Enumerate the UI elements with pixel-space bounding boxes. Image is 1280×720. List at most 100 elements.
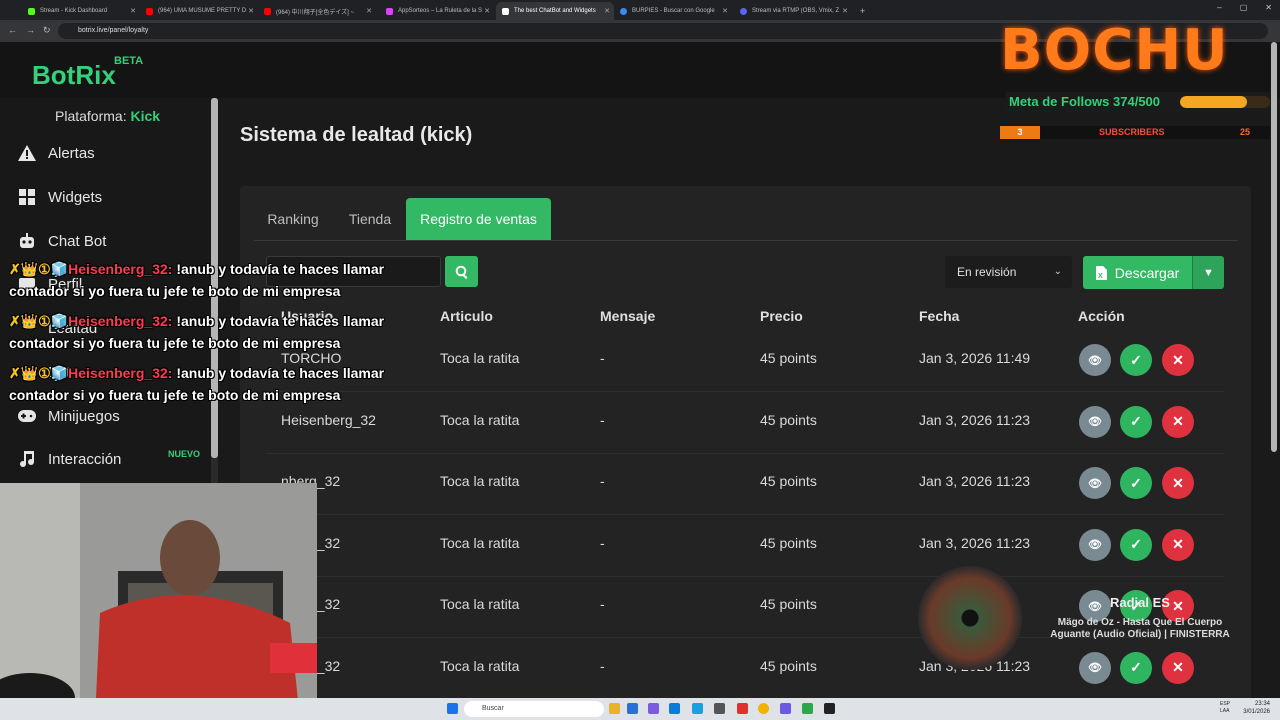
browser-tab-1[interactable]: Stream - Kick Dashboard ✕ (22, 2, 140, 20)
forward-icon[interactable]: → (26, 25, 35, 35)
language-indicator[interactable]: ESP LAA (1220, 701, 1230, 715)
close-icon[interactable]: ✕ (130, 7, 136, 15)
taskbar-search[interactable]: Buscar (464, 701, 604, 717)
platform-label: Plataforma: Kick (55, 108, 161, 124)
close-icon[interactable]: ✕ (484, 7, 490, 15)
tab-registro-ventas[interactable]: Registro de ventas (406, 198, 551, 240)
app-icon[interactable] (824, 703, 835, 714)
beta-badge: BETA (114, 55, 144, 67)
close-icon[interactable]: ✕ (1265, 3, 1272, 12)
app-icon (740, 7, 747, 15)
alert-icon (18, 144, 36, 162)
app-icon[interactable] (714, 703, 725, 714)
cell-precio: 45 points (760, 596, 817, 612)
page-scrollbar[interactable] (1270, 42, 1278, 698)
view-button[interactable]: 👁 (1079, 405, 1111, 438)
sidebar-item-widgets[interactable]: Widgets (18, 182, 102, 212)
reject-button[interactable]: ✕ (1162, 467, 1194, 499)
approve-button[interactable]: ✓ (1120, 405, 1152, 438)
follows-progress-bar (1180, 96, 1270, 108)
cell-fecha: Jan 3, 2026 11:23 (919, 534, 1031, 551)
app-icon[interactable] (648, 703, 659, 714)
browser-tab-3[interactable]: (964) 中川翔子[全色デイズ] ~ ✕ (258, 2, 376, 20)
view-button[interactable]: 👁 (1079, 344, 1111, 376)
col-articulo[interactable]: Articulo (440, 308, 493, 324)
app-icon[interactable] (780, 703, 791, 714)
back-icon[interactable]: ← (8, 25, 17, 35)
widgets-icon (18, 188, 36, 206)
app-icon[interactable] (802, 703, 813, 714)
app-icon[interactable] (692, 703, 703, 714)
close-icon: ✕ (1172, 474, 1184, 491)
track-title: Mägo de Oz - Hasta Que El Cuerpo Aguante… (1050, 617, 1230, 640)
browser-tab-6[interactable]: BURPIES - Buscar con Google ✕ (614, 2, 732, 20)
reload-icon[interactable]: ↻ (43, 25, 51, 36)
approve-button[interactable]: ✓ (1120, 467, 1152, 499)
clock[interactable]: 23:34 3/01/2026 (1243, 700, 1270, 716)
close-icon[interactable]: ✕ (842, 7, 848, 15)
app-icon[interactable] (737, 703, 748, 714)
download-options-button[interactable]: ▼ (1192, 256, 1224, 289)
maximize-icon[interactable]: ▢ (1240, 3, 1248, 12)
scrollbar-thumb[interactable] (1271, 42, 1277, 452)
cell-mensaje: - (600, 596, 605, 612)
new-badge: NUEVO (168, 449, 201, 459)
browser-tab-7[interactable]: Stream via RTMP (OBS, Vmix, Z ✕ (734, 2, 852, 20)
chat-username: Heisenberg_32: (68, 261, 173, 277)
cell-mensaje: - (600, 534, 605, 551)
sidebar-item-interaccion[interactable]: Interacción (18, 444, 121, 474)
chevron-down-icon: ▼ (1203, 266, 1214, 279)
chat-message: ✗👑①🧊Heisenberg_32: !anub y todavía te ha… (9, 261, 385, 299)
gamepad-icon (18, 407, 36, 425)
svg-text:X: X (1098, 273, 1103, 280)
follows-goal-label: Meta de Follows 374/500 (1009, 94, 1161, 109)
search-button[interactable] (445, 256, 478, 287)
follows-progress-fill (1180, 96, 1248, 108)
logo[interactable]: BotRix (32, 60, 116, 91)
col-fecha[interactable]: Fecha (919, 308, 959, 324)
start-icon[interactable] (447, 703, 458, 714)
download-button[interactable]: X Descargar (1083, 256, 1192, 289)
now-playing-widget: Radial ES Mägo de Oz - Hasta Que El Cuer… (918, 566, 1258, 670)
chrome-icon[interactable] (758, 703, 769, 714)
chat-badges: ✗👑①🧊 (9, 261, 69, 277)
close-icon[interactable]: ✕ (366, 7, 372, 15)
approve-button[interactable]: ✓ (1120, 344, 1152, 376)
new-tab-button[interactable]: + (854, 2, 868, 20)
browser-tab-2[interactable]: (964) UMA MUSUME PRETTY D ✕ (140, 2, 258, 20)
status-select[interactable]: En revisión ⌄ (945, 256, 1072, 288)
eye-icon: 👁 (1088, 539, 1102, 551)
app-icon[interactable] (627, 703, 638, 714)
reject-button[interactable]: ✕ (1162, 405, 1194, 438)
edge-icon[interactable] (669, 703, 680, 714)
close-icon[interactable]: ✕ (248, 7, 254, 15)
sidebar-item-chatbot[interactable]: Chat Bot (18, 226, 106, 256)
check-icon: ✓ (1130, 474, 1142, 491)
approve-button[interactable]: ✓ (1120, 528, 1152, 561)
view-button[interactable]: 👁 (1079, 528, 1111, 561)
browser-tab-4[interactable]: AppSorteos – La Ruleta de la S ✕ (380, 2, 494, 20)
follows-goal: Meta de Follows 374/500 (1006, 92, 1270, 112)
cell-usuario: Heisenberg_32 (281, 411, 376, 428)
close-icon[interactable]: ✕ (604, 7, 610, 15)
minimize-icon[interactable]: – (1217, 3, 1221, 12)
reject-button[interactable]: ✕ (1162, 344, 1194, 376)
cell-articulo: Toca la ratita (440, 657, 520, 674)
sidebar-item-alertas[interactable]: Alertas (18, 138, 95, 168)
folder-icon[interactable] (609, 703, 620, 714)
view-button[interactable]: 👁 (1079, 467, 1111, 499)
close-icon[interactable]: ✕ (722, 7, 728, 15)
col-precio[interactable]: Precio (760, 308, 803, 324)
subs-count-left: 3 (1000, 126, 1040, 139)
webcam-image (0, 483, 317, 720)
cell-precio: 45 points (760, 473, 817, 489)
col-mensaje[interactable]: Mensaje (600, 308, 655, 324)
chat-badges: ✗👑①🧊 (9, 313, 69, 329)
reject-button[interactable]: ✕ (1162, 528, 1194, 561)
cell-articulo: Toca la ratita (440, 350, 520, 366)
browser-tab-5[interactable]: The best ChatBot and Widgets ✕ (496, 2, 614, 20)
chat-username: Heisenberg_32: (68, 365, 173, 381)
tab-tienda[interactable]: Tienda (334, 198, 406, 240)
tab-ranking[interactable]: Ranking (254, 198, 332, 240)
eye-icon: 👁 (1088, 354, 1102, 367)
